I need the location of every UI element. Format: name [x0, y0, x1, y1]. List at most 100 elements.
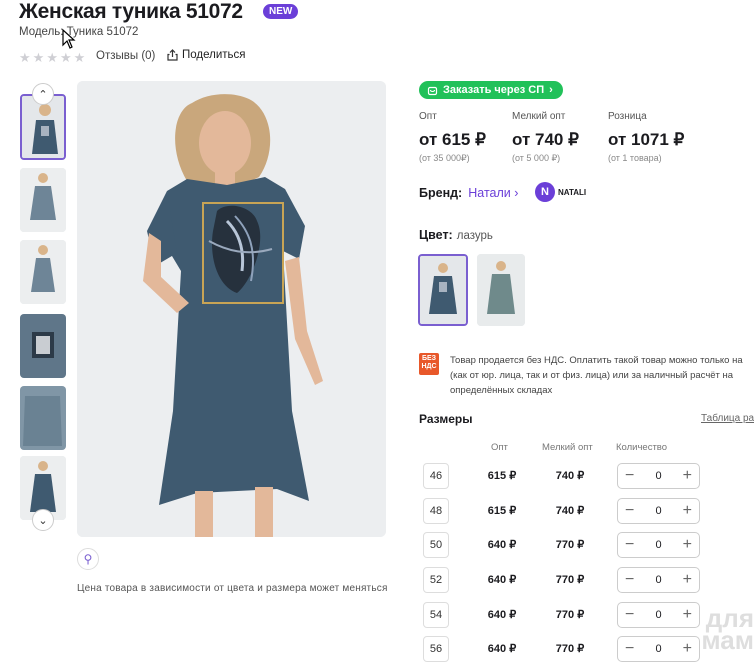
thumbnail-image [22, 96, 64, 158]
product-title: Женская туника 51072 [19, 0, 243, 23]
quantity-value[interactable]: 0 [655, 470, 661, 482]
price-small-opt-cell: 770 ₽ [555, 574, 585, 586]
thumbnail-image [20, 314, 66, 378]
price-label: Опт [419, 111, 437, 122]
size-row: 50 640 ₽ 770 ₽ − 0 + [419, 532, 754, 560]
thumbnail-4[interactable] [20, 314, 66, 378]
star-icon: ★ [46, 50, 58, 65]
price-note: Цена товара в зависимости от цвета и раз… [77, 583, 388, 594]
share-label: Поделиться [182, 49, 246, 61]
share-icon [167, 49, 178, 61]
size-label: 54 [423, 602, 449, 628]
thumbnail-image [20, 386, 66, 450]
plus-button[interactable]: + [683, 468, 692, 484]
swatch-image [420, 256, 466, 324]
watermark: для мам [701, 603, 754, 655]
size-row: 48 615 ₽ 740 ₽ − 0 + [419, 498, 754, 526]
price-label: Мелкий опт [512, 111, 566, 122]
size-label: 48 [423, 498, 449, 524]
no-vat-text: Товар продается без НДС. Оплатить такой … [450, 355, 743, 396]
color-label: Цвет: [419, 228, 453, 242]
price-opt-cell: 640 ₽ [487, 609, 517, 621]
size-label: 56 [423, 636, 449, 662]
order-sp-button[interactable]: Заказать через СП › [419, 81, 563, 99]
color-swatch-lazur[interactable] [418, 254, 468, 326]
price-opt-cell: 615 ₽ [487, 470, 517, 482]
new-badge: NEW [263, 4, 299, 19]
price-small-opt-cell: 740 ₽ [555, 505, 585, 517]
mouse-cursor-icon [62, 29, 76, 49]
minus-button[interactable]: − [625, 537, 634, 553]
swatch-image [477, 254, 525, 326]
price-value: от 615 ₽ [419, 130, 486, 149]
color-row: Цвет: лазурь [419, 228, 493, 242]
quantity-value[interactable]: 0 [655, 539, 661, 551]
reviews-link[interactable]: Отзывы (0) [96, 50, 155, 62]
plus-button[interactable]: + [683, 572, 692, 588]
quantity-stepper: − 0 + [617, 567, 700, 593]
minus-button[interactable]: − [625, 468, 634, 484]
price-condition: (от 35 000₽) [419, 153, 470, 163]
quantity-stepper: − 0 + [617, 532, 700, 558]
star-icon: ★ [19, 50, 31, 65]
thumbnail-3[interactable] [20, 240, 66, 304]
sizes-title: Размеры [419, 412, 473, 426]
quantity-value[interactable]: 0 [655, 609, 661, 621]
quantity-value[interactable]: 0 [655, 643, 661, 655]
price-small-opt-cell: 770 ₽ [555, 643, 585, 655]
model-label: Модель: Туника 51072 [19, 26, 139, 38]
share-button[interactable]: Поделиться [167, 49, 246, 61]
thumbnail-5[interactable] [20, 386, 66, 450]
star-icon: ★ [73, 50, 86, 65]
brand-label: Бренд: [419, 186, 463, 200]
price-opt: Опт от 615 ₽ (от 35 000₽) [419, 111, 486, 164]
star-icon: ★ [32, 50, 45, 65]
price-opt-cell: 640 ₽ [487, 643, 517, 655]
price-opt-cell: 640 ₽ [487, 539, 517, 551]
brand-logo-text: NATALI [558, 187, 587, 197]
color-value: лазурь [456, 230, 493, 242]
thumbnail-2[interactable] [20, 168, 66, 232]
thumbnail-image [20, 168, 66, 232]
brand-logo-icon: N [535, 182, 555, 202]
column-header-opt: Опт [491, 442, 508, 453]
price-condition: (от 1 товара) [608, 153, 662, 163]
color-swatch-2[interactable] [477, 254, 525, 326]
plus-button[interactable]: + [683, 537, 692, 553]
hanger-icon: ⚲ [83, 552, 93, 566]
size-table-link[interactable]: Таблица ра [701, 413, 754, 424]
quantity-value[interactable]: 0 [655, 574, 661, 586]
brand-link[interactable]: Натали › [468, 186, 518, 200]
minus-button[interactable]: − [625, 607, 634, 623]
fitting-button[interactable]: ⚲ [77, 548, 99, 570]
no-vat-icon: БЕЗ НДС [419, 353, 439, 375]
size-row: 52 640 ₽ 770 ₽ − 0 + [419, 567, 754, 595]
quantity-stepper: − 0 + [617, 463, 700, 489]
price-value: от 740 ₽ [512, 130, 579, 149]
thumbnail-strip [20, 84, 66, 534]
price-condition: (от 5 000 ₽) [512, 153, 561, 163]
price-retail: Розница от 1071 ₽ (от 1 товара) [608, 111, 684, 163]
brand-logo[interactable]: N NATALI [535, 182, 586, 202]
price-opt-cell: 640 ₽ [487, 574, 517, 586]
thumbnails-up-button[interactable]: ⌃ [32, 83, 54, 105]
minus-button[interactable]: − [625, 572, 634, 588]
quantity-value[interactable]: 0 [655, 505, 661, 517]
price-label: Розница [608, 111, 647, 122]
size-label: 46 [423, 463, 449, 489]
star-icon: ★ [59, 50, 72, 65]
price-value: от 1071 ₽ [608, 130, 685, 149]
chevron-down-icon: ⌄ [38, 514, 48, 527]
size-label: 52 [423, 567, 449, 593]
minus-button[interactable]: − [625, 503, 634, 519]
thumbnails-down-button[interactable]: ⌄ [32, 509, 54, 531]
rating-stars: ★ ★ ★ ★ ★ [19, 50, 85, 66]
order-sp-label: Заказать через СП [443, 84, 545, 96]
column-header-small-opt: Мелкий опт [542, 442, 593, 453]
main-product-photo[interactable] [77, 81, 386, 537]
plus-button[interactable]: + [683, 503, 692, 519]
thumbnail-image [20, 240, 66, 304]
minus-button[interactable]: − [625, 641, 634, 657]
column-header-qty: Количество [616, 442, 668, 453]
price-small-opt: Мелкий опт от 740 ₽ (от 5 000 ₽) [512, 111, 579, 164]
